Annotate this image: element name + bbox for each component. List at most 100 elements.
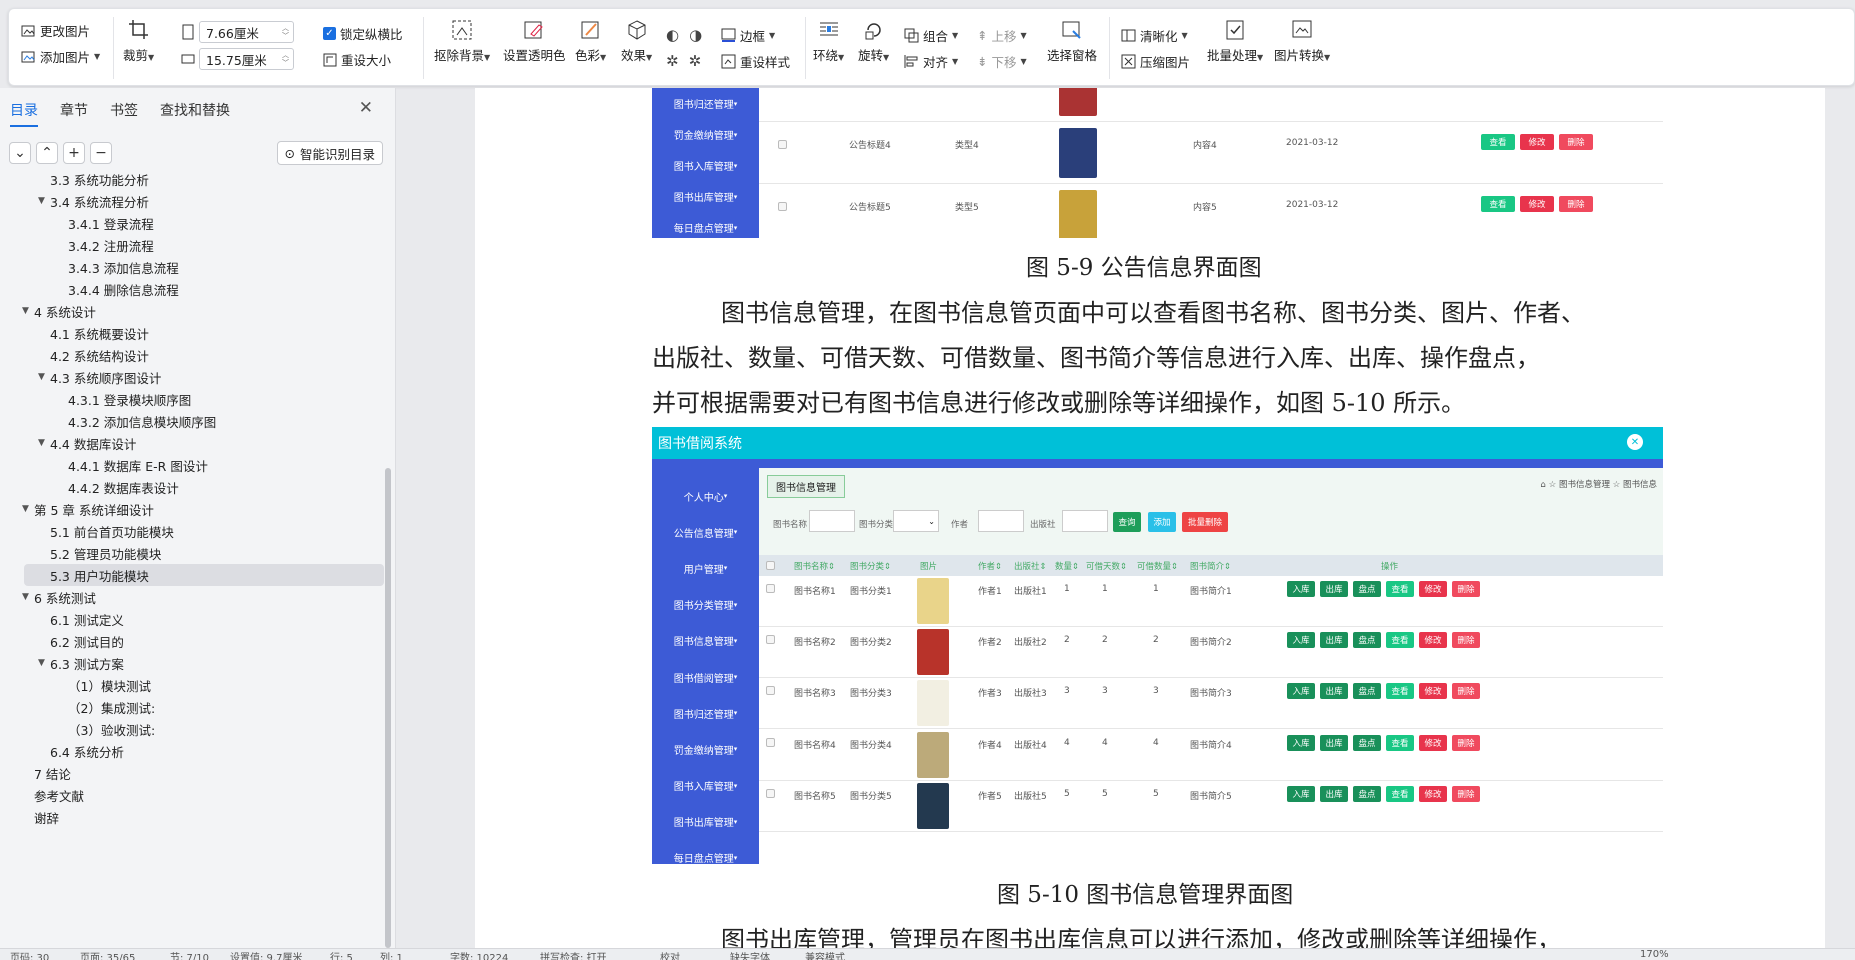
row-action-button: 删除 — [1452, 581, 1480, 597]
toc-item[interactable]: 参考文献 — [0, 784, 380, 806]
close-icon[interactable]: ✕ — [359, 98, 373, 118]
table-row: 图书名称2 图书分类2 作者2 出版社2 2 2 2 图书简介2 入库 出库 盘点 查看 修改 删除 — [759, 627, 1663, 679]
border-button[interactable]: 边框 ▼ — [721, 26, 775, 45]
remove-icon[interactable]: − — [90, 142, 112, 164]
column-header: 作者⇕ — [978, 562, 1003, 572]
reset-size-button[interactable]: 重设大小 — [323, 50, 391, 69]
reset-style-button[interactable]: 重设样式 — [721, 52, 790, 71]
toc-item[interactable]: （1）模块测试 — [0, 674, 380, 696]
row-action-button: 盘点 — [1353, 734, 1381, 751]
toc-item[interactable]: 4.4.2 数据库表设计 — [0, 476, 380, 498]
toc-item[interactable]: ▼ 6 系统测试 — [0, 586, 380, 608]
toc-item[interactable]: 4.3.2 添加信息模块顺序图 — [0, 410, 380, 432]
reset-style-icon — [721, 54, 736, 69]
book-cover-image — [917, 731, 949, 778]
row-action-button: 修改 — [1419, 734, 1447, 751]
toc-item[interactable]: ▼ 4 系统设计 — [0, 300, 380, 322]
column-header: 图书简介⇕ — [1190, 562, 1232, 572]
toc-item[interactable]: ▼ 第 5 章 系统详细设计 — [0, 498, 380, 520]
tab-find-replace[interactable]: 查找和替换 — [160, 100, 230, 120]
expand-triangle-icon[interactable]: ▼ — [38, 658, 50, 668]
tab-chapters[interactable]: 章节 — [60, 100, 88, 120]
change-image-button[interactable]: 更改图片 — [21, 21, 90, 40]
remove-background-button[interactable]: 抠除背景▼ — [434, 19, 490, 64]
toc-item[interactable]: 6.4 系统分析 — [0, 740, 380, 762]
bring-forward-button[interactable]: ⇞ 上移 ▼ — [977, 26, 1027, 45]
expand-triangle-icon[interactable]: ▼ — [22, 504, 34, 514]
toc-item[interactable]: 3.3 系统功能分析 — [0, 172, 380, 190]
toc-item[interactable]: 3.4.1 登录流程 — [0, 212, 380, 234]
nav-scrollbar[interactable] — [385, 468, 391, 948]
toc-item[interactable]: 4.4.1 数据库 E-R 图设计 — [0, 454, 380, 476]
color-icon — [580, 19, 602, 41]
expand-triangle-icon[interactable]: ▼ — [22, 306, 34, 316]
column-header: 操作 — [1381, 562, 1399, 572]
row-action-button: 修改 — [1419, 785, 1447, 802]
set-transparent-button[interactable]: 设置透明色 — [503, 19, 566, 64]
navigation-pane: 目录 章节 书签 查找和替换 ✕ ⌄ ⌃ + − ⊙ 智能识别目录 3.3 系统功… — [0, 88, 396, 948]
toc-item[interactable]: （2）集成测试: — [0, 696, 380, 718]
batch-process-button[interactable]: 批量处理▼ — [1207, 19, 1263, 64]
effects-button[interactable]: 效果▼ — [621, 19, 652, 64]
add-image-button[interactable]: 添加图片 ▼ — [21, 47, 100, 66]
height-field[interactable]: 15.75厘米 ︿ ﹀ — [181, 48, 294, 70]
toc-item[interactable]: 4.3.1 登录模块顺序图 — [0, 388, 380, 410]
align-icon — [904, 54, 919, 69]
toc-item[interactable]: 6.1 测试定义 — [0, 608, 380, 630]
wrap-button[interactable]: 环绕▼ — [813, 19, 844, 64]
brightness-button[interactable]: ◐ ◑ — [666, 26, 702, 44]
toc-item[interactable]: 3.4.4 删除信息流程 — [0, 278, 380, 300]
toc-item[interactable]: ▼ 6.3 测试方案 — [0, 652, 380, 674]
selection-pane-button[interactable]: 选择窗格 — [1047, 19, 1097, 64]
smart-toc-button[interactable]: ⊙ 智能识别目录 — [276, 141, 383, 165]
border-icon — [721, 28, 736, 43]
brightness-icon: ◐ — [666, 26, 680, 44]
row-action-button: 删除 — [1452, 734, 1480, 751]
sidebar-menu-item: 图书归还管理 ▾ — [673, 99, 738, 112]
expand-triangle-icon[interactable]: ▼ — [38, 372, 50, 382]
contrast-icon: ◑ — [689, 26, 703, 44]
toc-item[interactable]: 5.2 管理员功能模块 — [0, 542, 380, 564]
group-button[interactable]: 组合 ▼ — [904, 26, 958, 45]
toc-item[interactable]: 6.2 测试目的 — [0, 630, 380, 652]
toc-item[interactable]: ▼ 4.4 数据库设计 — [0, 432, 380, 454]
toc-item[interactable]: 5.1 前台首页功能模块 — [0, 520, 380, 542]
toc-item[interactable]: 3.4.3 添加信息流程 — [0, 256, 380, 278]
row-action-button: 出库 — [1320, 734, 1348, 751]
nav-tabs: 目录 章节 书签 查找和替换 — [10, 100, 230, 127]
toc-item[interactable]: ▼ 4.3 系统顺序图设计 — [0, 366, 380, 388]
expand-triangle-icon[interactable]: ▼ — [38, 196, 50, 206]
toc-item[interactable]: 4.1 系统概要设计 — [0, 322, 380, 344]
toc-item[interactable]: ▼ 3.4 系统流程分析 — [0, 190, 380, 212]
crop-button[interactable]: 裁剪▼ — [123, 19, 154, 64]
rotate-button[interactable]: 旋转▼ — [858, 19, 889, 64]
row-action-button: 删除 — [1452, 683, 1480, 700]
expand-icon[interactable]: ⌃ — [36, 142, 58, 164]
color-button[interactable]: 色彩▼ — [575, 19, 606, 64]
send-backward-button[interactable]: ⇟ 下移 ▼ — [977, 52, 1027, 71]
compress-image-button[interactable]: 压缩图片 — [1121, 52, 1190, 71]
align-button[interactable]: 对齐 ▼ — [904, 52, 958, 71]
expand-triangle-icon[interactable]: ▼ — [22, 592, 34, 602]
toc-item[interactable]: 5.3 用户功能模块 — [24, 564, 384, 586]
lock-ratio-checkbox[interactable]: ✓ 锁定纵横比 — [323, 24, 403, 43]
book-cover-image — [917, 680, 949, 727]
breadcrumb: ⌂ ☆ 图书信息管理 ☆ 图书信息 — [1540, 480, 1657, 490]
toc-item[interactable]: 谢辞 — [0, 806, 380, 828]
add-icon[interactable]: + — [63, 142, 85, 164]
tab-toc[interactable]: 目录 — [10, 100, 38, 127]
collapse-icon[interactable]: ⌄ — [9, 142, 31, 164]
sharpen-button[interactable]: 清晰化 ▼ — [1121, 26, 1188, 45]
toc-item[interactable]: 7 结论 — [0, 762, 380, 784]
toc-item[interactable]: 3.4.2 注册流程 — [0, 234, 380, 256]
crop-icon — [128, 19, 150, 41]
toc-item[interactable]: 4.2 系统结构设计 — [0, 344, 380, 366]
sun-settings-button[interactable]: ✲ ✲ — [666, 52, 701, 70]
width-field[interactable]: 7.66厘米 ︿ ﹀ — [181, 21, 294, 43]
tab-bookmarks[interactable]: 书签 — [110, 100, 138, 120]
book-cover-image — [917, 782, 949, 829]
expand-triangle-icon[interactable]: ▼ — [38, 438, 50, 448]
toc-item[interactable]: （3）验收测试: — [0, 718, 380, 740]
smart-icon: ⊙ — [284, 145, 295, 161]
image-convert-button[interactable]: 图片转换▼ — [1274, 19, 1330, 64]
